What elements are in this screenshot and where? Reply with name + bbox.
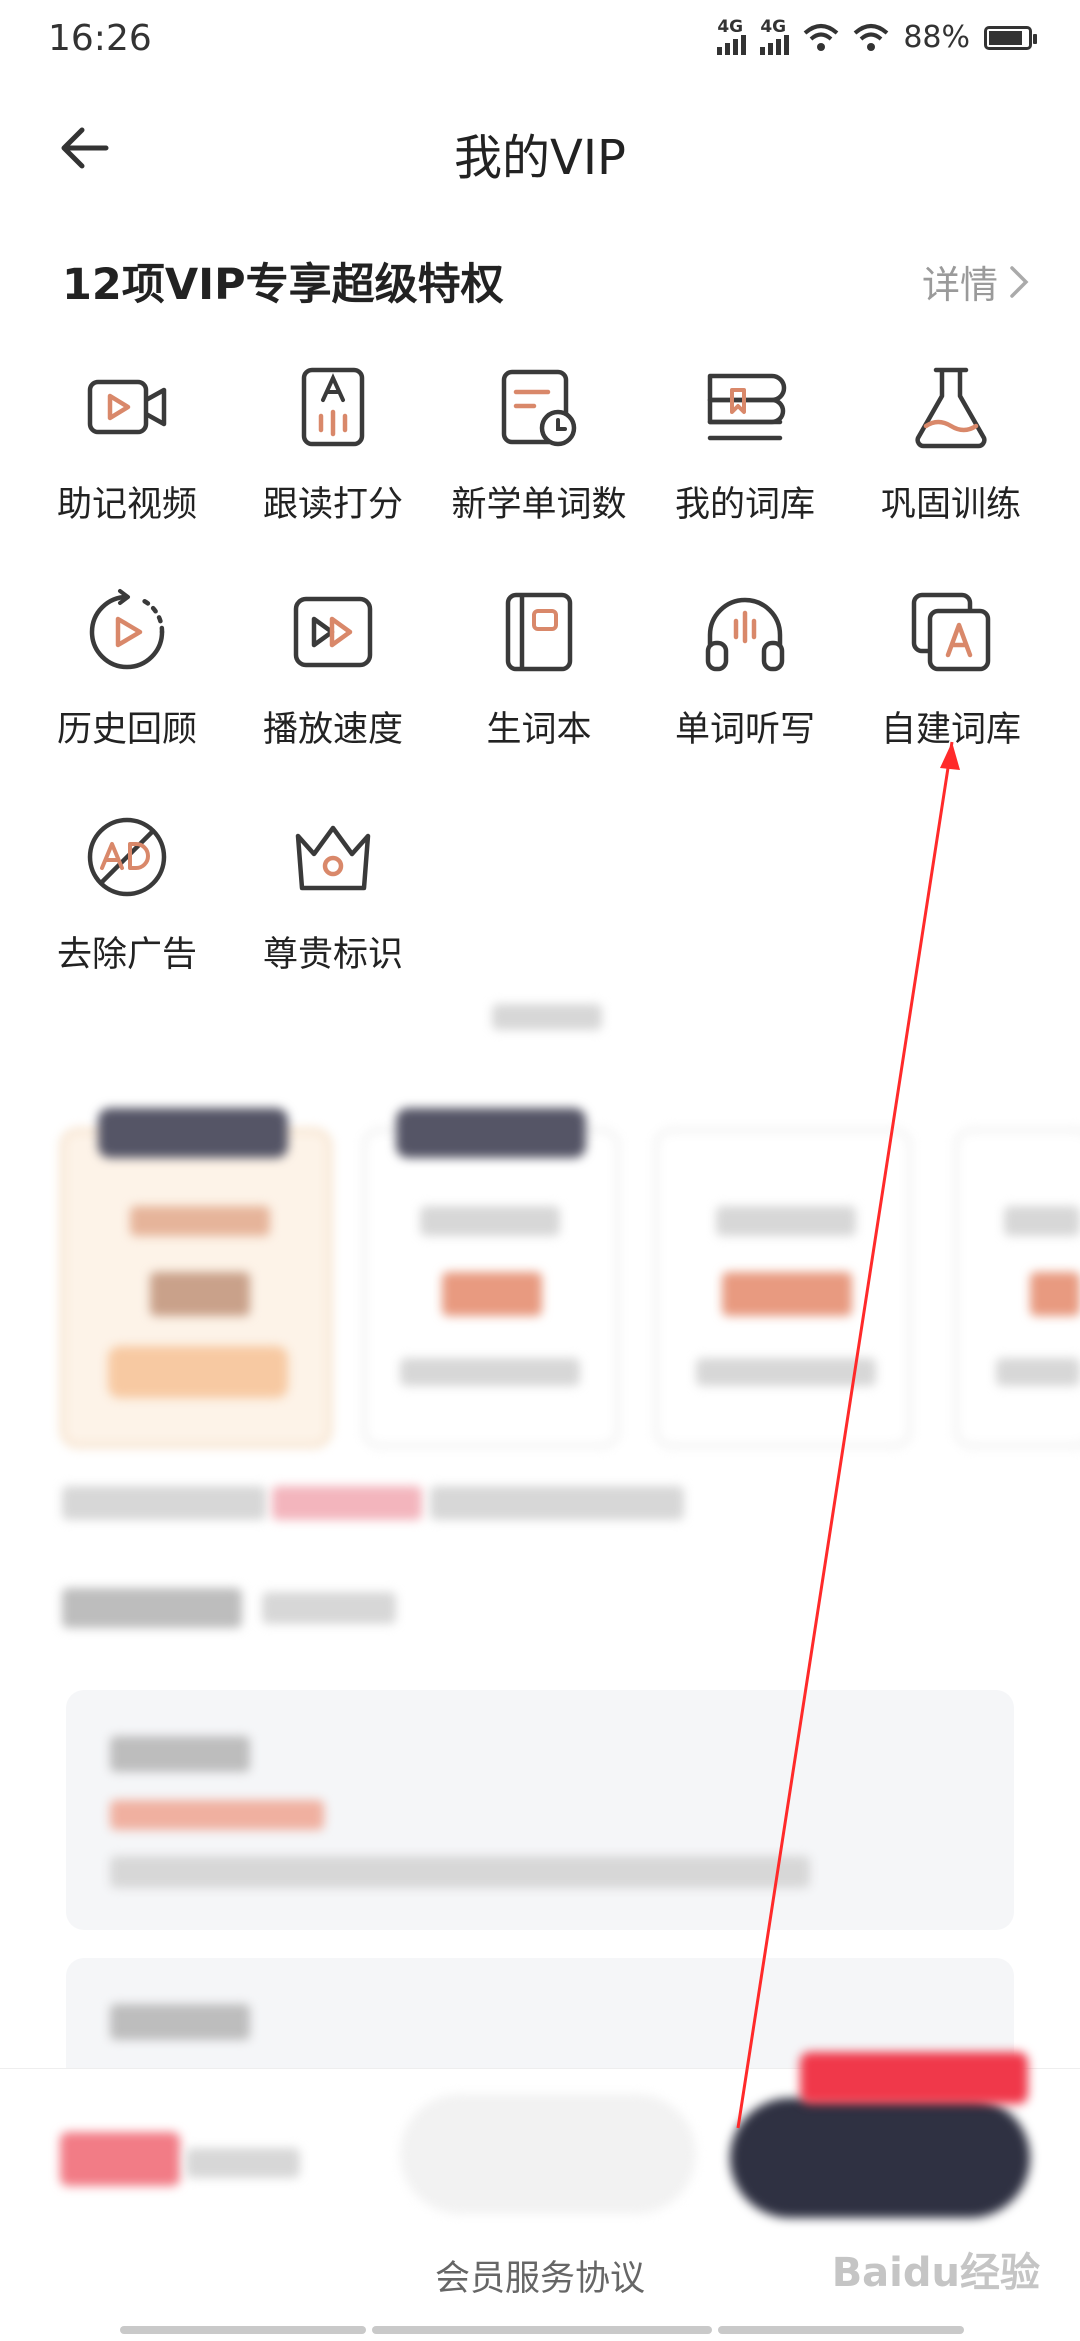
privilege-label: 尊贵标识 xyxy=(262,935,403,975)
blurred-text xyxy=(420,1206,560,1236)
privilege-item[interactable]: 助记视频 xyxy=(24,360,230,527)
details-link[interactable]: 详情 xyxy=(922,254,1030,309)
plan-badge xyxy=(396,1108,586,1158)
battery-icon xyxy=(984,25,1037,50)
promo-badge xyxy=(800,2052,1028,2104)
details-label: 详情 xyxy=(921,263,998,307)
blurred-text xyxy=(62,1588,242,1628)
privilege-item[interactable]: 跟读打分 xyxy=(230,360,436,527)
privilege-item[interactable]: 巩固训练 xyxy=(848,360,1054,527)
read-score-icon xyxy=(301,367,365,447)
crown-icon xyxy=(295,825,371,891)
privilege-label: 历史回顾 xyxy=(56,710,197,750)
privilege-item[interactable]: 历史回顾 xyxy=(24,585,230,752)
blurred-price xyxy=(1030,1272,1080,1316)
blurred-text xyxy=(996,1358,1080,1386)
privilege-label: 助记视频 xyxy=(56,485,197,525)
secondary-button[interactable] xyxy=(400,2094,696,2214)
blurred-text xyxy=(696,1358,876,1386)
blurred-text xyxy=(1004,1206,1080,1236)
primary-button[interactable] xyxy=(730,2098,1030,2218)
privilege-item[interactable]: 生词本 xyxy=(436,585,642,752)
fast-forward-icon xyxy=(293,596,373,668)
privilege-label: 跟读打分 xyxy=(262,485,403,525)
privileges-grid: 助记视频 跟读打分 新学单词数 我的词库 巩固训练 历史回顾 播放速度 生词本 … xyxy=(24,360,1056,977)
blurred-text xyxy=(186,2148,300,2178)
privilege-item[interactable]: 自建词库 xyxy=(848,585,1054,752)
blurred-price xyxy=(442,1272,542,1316)
privilege-item[interactable]: 尊贵标识 xyxy=(230,810,436,977)
status-icons: 4G 4G 88% xyxy=(717,17,1037,55)
blurred-text xyxy=(262,1592,396,1624)
blurred-text xyxy=(716,1206,856,1236)
page-title: 我的VIP xyxy=(454,130,626,186)
privilege-label: 生词本 xyxy=(486,710,592,750)
blurred-price xyxy=(60,2132,180,2186)
blurred-text xyxy=(130,1206,270,1236)
privilege-label: 去除广告 xyxy=(56,935,197,975)
watermark: Baidu经验 xyxy=(831,2250,1040,2296)
flask-icon xyxy=(915,367,987,449)
blurred-price xyxy=(722,1272,852,1316)
blurred-price xyxy=(150,1272,250,1316)
nav-bar-segment xyxy=(372,2326,712,2334)
blurred-text xyxy=(110,2004,250,2040)
word-library-icon xyxy=(707,373,787,441)
nav-bar-segment xyxy=(718,2326,964,2334)
blurred-text xyxy=(110,1736,250,1772)
notebook-icon xyxy=(505,592,573,672)
blurred-text xyxy=(272,1486,422,1520)
privilege-label: 新学单词数 xyxy=(451,485,627,525)
nav-bar-segment xyxy=(120,2326,366,2334)
privilege-label: 巩固训练 xyxy=(880,485,1021,525)
status-time: 16:26 xyxy=(48,18,152,59)
blurred-text xyxy=(400,1358,580,1386)
blurred-rating xyxy=(110,1800,324,1830)
privilege-item[interactable]: 我的词库 xyxy=(642,360,848,527)
calendar-clock-icon xyxy=(501,369,577,447)
blurred-text xyxy=(62,1486,266,1520)
headphones-icon xyxy=(705,597,785,672)
privilege-label: 播放速度 xyxy=(262,710,403,750)
chevron-right-icon xyxy=(1010,265,1029,298)
privilege-item[interactable]: 播放速度 xyxy=(230,585,436,752)
blurred-text xyxy=(430,1486,684,1520)
signal-icon: 4G xyxy=(717,17,747,55)
wifi-icon xyxy=(853,23,889,51)
privilege-item[interactable]: 新学单词数 xyxy=(436,360,642,527)
no-ad-icon xyxy=(87,817,167,897)
wifi-icon xyxy=(803,23,839,51)
battery-percent: 88% xyxy=(903,20,970,55)
blurred-text xyxy=(108,1346,288,1398)
signal-icon: 4G xyxy=(760,17,790,55)
privileges-title: 12项VIP专享超级特权 xyxy=(62,260,504,310)
privilege-item[interactable]: 单词听写 xyxy=(642,585,848,752)
plan-badge xyxy=(98,1108,288,1158)
top-bar: 我的VIP xyxy=(0,100,1080,200)
blurred-text xyxy=(492,1004,602,1030)
privilege-label: 自建词库 xyxy=(880,710,1021,750)
privilege-label: 单词听写 xyxy=(674,710,815,750)
blurred-text xyxy=(110,1856,810,1888)
privilege-label: 我的词库 xyxy=(674,485,815,525)
custom-library-icon xyxy=(911,592,991,672)
history-icon xyxy=(89,589,165,670)
video-icon xyxy=(87,379,167,435)
privilege-item[interactable]: 去除广告 xyxy=(24,810,230,977)
status-bar: 16:26 4G 4G 88% xyxy=(0,0,1080,84)
